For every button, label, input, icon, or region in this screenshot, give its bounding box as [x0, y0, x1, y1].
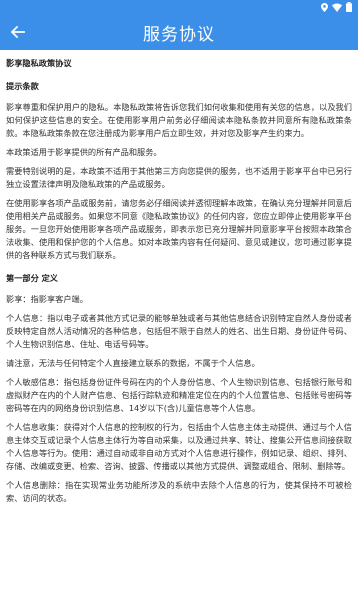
paragraph: 本政策适用于影享提供的所有产品和服务。 — [6, 147, 162, 157]
paragraph: 影享尊重和保护用户的隐私。本隐私政策将告诉您我们如何收集和使用有关您的信息，以及… — [6, 102, 352, 138]
wifi-icon — [332, 3, 342, 12]
page-title: 服务协议 — [143, 24, 215, 45]
agreement-content[interactable]: 影享隐私政策协议 提示条款 影享尊重和保护用户的隐私。本隐私政策将告诉您我们如何… — [0, 50, 358, 598]
paragraph: 影享：指影享客户端。 — [6, 294, 88, 304]
paragraph: 在使用影享各项产品或服务前，请您务必仔细阅读并透彻理解本政策，在确认充分理解并同… — [6, 198, 352, 260]
status-bar — [0, 0, 358, 14]
arrow-left-icon — [11, 26, 25, 38]
section-heading-definitions: 第一部分 定义 — [6, 273, 58, 283]
section-heading-tips: 提示条款 — [6, 81, 39, 91]
location-icon — [321, 2, 328, 12]
status-icons — [321, 2, 352, 12]
app-bar: 服务协议 — [0, 14, 358, 50]
paragraph: 个人信息收集：获得对个人信息的控制权的行为，包括由个人信息主体主动提供、通过与个… — [6, 422, 352, 471]
paragraph: 需要特别说明的是，本政策不适用于其他第三方向您提供的服务，也不适用于影享平台中已… — [6, 166, 352, 189]
paragraph: 个人敏感信息：指包括身份证件号码在内的个人身份信息、个人生物识别信息、包括银行账… — [6, 377, 352, 413]
paragraph: 请注意，无法与任何特定个人直接建立联系的数据，不属于个人信息。 — [6, 358, 260, 368]
paragraph: 个人信息：指以电子或者其他方式记录的能够单独或者与其他信息结合识别特定自然人身份… — [6, 313, 352, 349]
back-button[interactable] — [4, 18, 32, 46]
battery-icon — [346, 2, 352, 12]
document-title: 影享隐私政策协议 — [6, 58, 72, 68]
paragraph: 个人信息删除：指在实现常业务功能所涉及的系统中去除个人信息的行为，使其保持不可被… — [6, 480, 352, 503]
